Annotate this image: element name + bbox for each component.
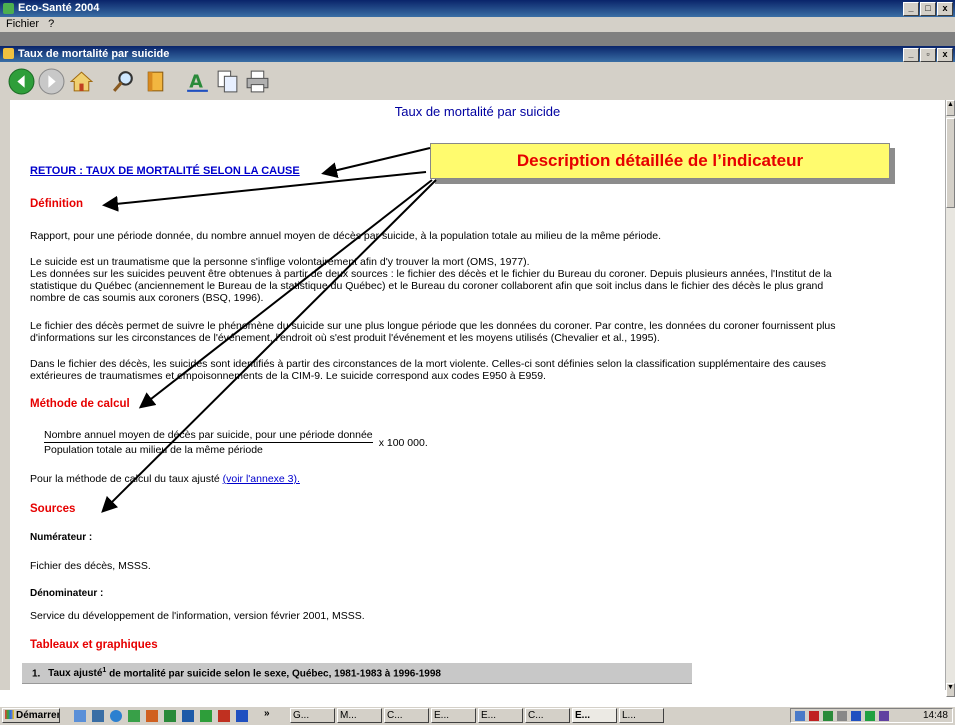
taskbar-task-active[interactable]: E... — [572, 708, 617, 723]
taskbar-task[interactable]: C... — [525, 708, 570, 723]
doc-minimize-button[interactable]: _ — [903, 48, 919, 62]
start-button[interactable]: Démarrer — [2, 708, 60, 723]
sources-heading: Sources — [30, 503, 76, 515]
tray-icon[interactable] — [865, 711, 875, 721]
tray-icon[interactable] — [823, 711, 833, 721]
taskbar-task[interactable]: E... — [431, 708, 476, 723]
denominator-value: Service du développement de l'informatio… — [30, 610, 365, 622]
method-heading: Méthode de calcul — [30, 398, 130, 410]
app-title: Eco-Santé 2004 — [18, 2, 100, 14]
paragraph-line: Le fichier des décès permet de suivre le… — [30, 320, 836, 332]
minimize-button[interactable]: _ — [903, 2, 919, 16]
windows-logo-icon — [5, 710, 14, 719]
formula-factor: x 100 000. — [378, 436, 428, 449]
scroll-down-button[interactable]: ▼ — [946, 683, 955, 697]
app-title-bar: Eco-Santé 2004 _ □ x — [0, 0, 955, 17]
table-list-item[interactable]: 1. Taux ajusté1 de mortalité par suicide… — [22, 663, 692, 684]
tray-icon[interactable] — [837, 711, 847, 721]
app-icon — [3, 3, 14, 14]
back-icon[interactable] — [8, 68, 35, 95]
adjusted-prefix: Pour la méthode de calcul du taux ajusté — [30, 473, 220, 485]
quicklaunch-icon[interactable] — [236, 710, 248, 722]
quicklaunch-icon[interactable] — [164, 710, 176, 722]
maximize-button[interactable]: □ — [920, 2, 936, 16]
numerator-label: Numérateur : — [30, 532, 93, 543]
table-item-number: 1. — [32, 668, 41, 680]
paragraph-line: extérieures de traumatismes et empoisonn… — [30, 370, 546, 382]
paragraph-line: nombre de cas soumis aux coroners (BSQ, … — [30, 292, 264, 304]
quicklaunch-icon[interactable] — [74, 710, 86, 722]
formula-denominator: Population totale au milieu de la même p… — [44, 444, 263, 456]
scroll-up-button[interactable]: ▲ — [946, 100, 955, 116]
definition-heading: Définition — [30, 198, 84, 210]
window-frame — [0, 100, 10, 690]
taskbar: Démarrer » G... M... C... E... E... C...… — [0, 706, 955, 725]
search-icon[interactable] — [110, 68, 137, 95]
clock: 14:48 — [922, 710, 948, 721]
forward-icon[interactable] — [38, 68, 65, 95]
book-icon[interactable] — [142, 68, 169, 95]
document-title-bar: Taux de mortalité par suicide _ ▫ x — [0, 46, 955, 62]
quicklaunch-icon[interactable] — [218, 710, 230, 722]
quicklaunch-icon[interactable] — [146, 710, 158, 722]
tables-heading: Tableaux et graphiques — [30, 639, 158, 651]
mdi-background — [0, 32, 955, 46]
table-item-title: 1. Taux ajusté1 de mortalité par suicide… — [32, 667, 441, 679]
system-tray: 14:48 — [790, 708, 953, 723]
paragraph-line: Dans le fichier des décès, les suicides … — [30, 358, 827, 370]
menu-fichier[interactable]: Fichier — [6, 18, 39, 30]
taskbar-task[interactable]: E... — [478, 708, 523, 723]
taskbar-task[interactable]: G... — [290, 708, 335, 723]
more-icon[interactable]: » — [264, 708, 270, 719]
page-title: Taux de mortalité par suicide — [394, 104, 561, 119]
numerator-value: Fichier des décès, MSSS. — [30, 560, 151, 572]
print-icon[interactable] — [244, 68, 271, 95]
paragraph-line: d'informations sur les circonstances de … — [30, 332, 660, 344]
annex-link[interactable]: (voir l'annexe 3). — [223, 473, 300, 485]
home-icon[interactable] — [68, 68, 95, 95]
scrollbar-thumb[interactable] — [946, 118, 955, 208]
quick-launch: » — [64, 708, 284, 723]
table-item-part: de mortalité par suicide selon le sexe, … — [106, 668, 441, 680]
formula-numerator: Nombre annuel moyen de décès par suicide… — [44, 429, 373, 443]
tray-icon[interactable] — [879, 711, 889, 721]
tray-icon[interactable] — [795, 711, 805, 721]
formula: Nombre annuel moyen de décès par suicide… — [44, 429, 428, 456]
callout-box: Description détaillée de l’indicateur — [430, 143, 890, 179]
menu-bar: Fichier ? — [0, 17, 955, 32]
tray-icon[interactable] — [851, 711, 861, 721]
return-link[interactable]: RETOUR : TAUX DE MORTALITÉ SELON LA CAUS… — [30, 165, 300, 178]
quicklaunch-icon[interactable] — [128, 710, 140, 722]
denominator-label: Dénominateur : — [30, 588, 104, 599]
copy-icon[interactable] — [214, 68, 241, 95]
font-icon[interactable]: A — [184, 68, 211, 95]
document-icon — [3, 48, 14, 59]
taskbar-task[interactable]: L... — [619, 708, 664, 723]
document-title: Taux de mortalité par suicide — [18, 48, 170, 60]
quicklaunch-icon[interactable] — [110, 710, 122, 722]
adjusted-rate-note: Pour la méthode de calcul du taux ajusté… — [30, 473, 300, 486]
tray-icon[interactable] — [809, 711, 819, 721]
table-item-part: Taux ajusté — [48, 668, 103, 680]
quicklaunch-icon[interactable] — [200, 710, 212, 722]
doc-restore-button[interactable]: ▫ — [920, 48, 936, 62]
menu-help[interactable]: ? — [48, 18, 54, 30]
quicklaunch-icon[interactable] — [92, 710, 104, 722]
page-content: Taux de mortalité par suicide RETOUR : T… — [10, 100, 945, 690]
doc-close-button[interactable]: x — [937, 48, 953, 62]
start-label: Démarrer — [16, 710, 60, 721]
taskbar-task[interactable]: C... — [384, 708, 429, 723]
paragraph-line: statistique du Québec (anciennement le B… — [30, 280, 824, 292]
paragraph-line: Le suicide est un traumatisme que la per… — [30, 256, 530, 268]
close-button[interactable]: x — [937, 2, 953, 16]
definition-text: Rapport, pour une période donnée, du nom… — [30, 230, 661, 242]
paragraph-line: Les données sur les suicides peuvent êtr… — [30, 268, 832, 280]
svg-text:A: A — [189, 73, 203, 93]
toolbar: A — [0, 62, 955, 101]
taskbar-task[interactable]: M... — [337, 708, 382, 723]
quicklaunch-icon[interactable] — [182, 710, 194, 722]
